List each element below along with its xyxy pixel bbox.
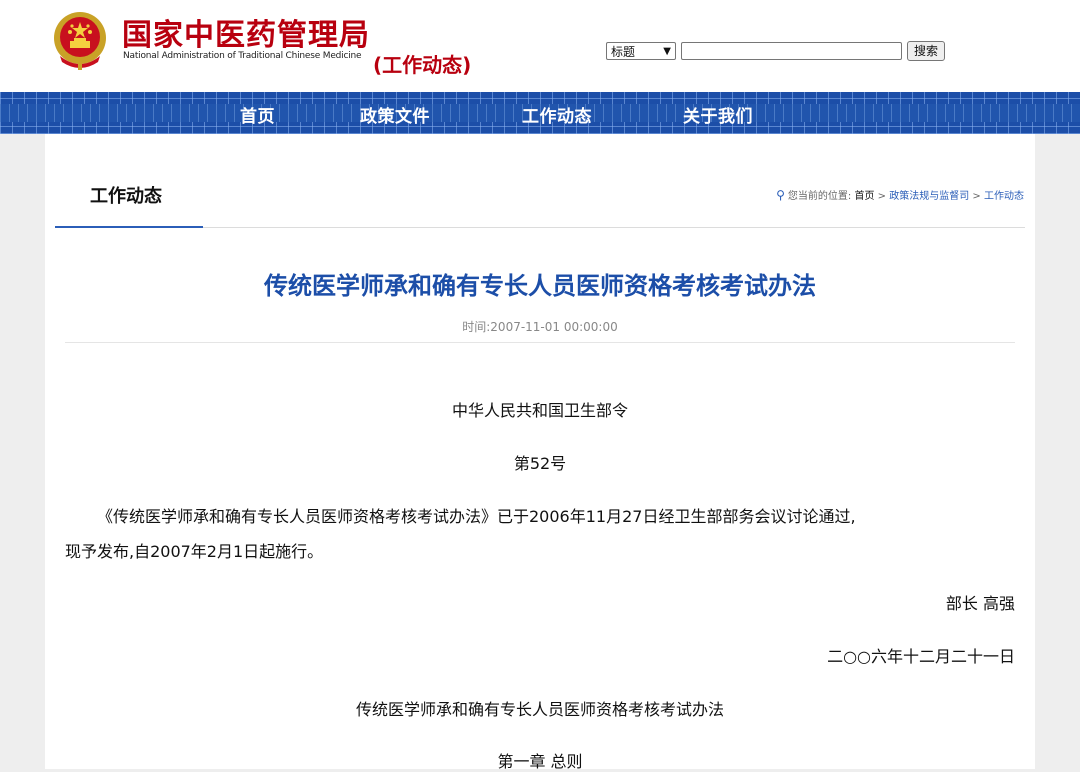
article-time: 时间:2007-11-01 00:00:00 xyxy=(462,320,618,334)
article-body-line-2: 现予发布,自2007年2月1日起施行。 xyxy=(65,542,324,561)
search-select-value: 标题 xyxy=(611,45,636,59)
column-title: 工作动态 xyxy=(90,186,162,207)
article-issuer: 中华人民共和国卫生部令 xyxy=(451,401,628,420)
site-logo-subtitle: National Administration of Traditional C… xyxy=(123,51,362,61)
search-input[interactable] xyxy=(681,42,902,60)
article-signature: 部长 高强 xyxy=(945,594,1015,613)
nav-item-work-news[interactable]: 工作动态 xyxy=(522,102,592,127)
breadcrumb-level2[interactable]: 工作动态 xyxy=(984,191,1024,202)
column-title-underline xyxy=(55,226,203,228)
nav-item-policy[interactable]: 政策文件 xyxy=(360,102,430,127)
breadcrumb: ⚲ 您当前的位置: 首页 > 政策法规与监督司 > 工作动态 xyxy=(776,187,1024,202)
article-body-line-1: 《传统医学师承和确有专长人员医师资格考核考试办法》已于2006年11月27日经卫… xyxy=(97,507,856,526)
article-order-number: 第52号 xyxy=(513,454,567,473)
breadcrumb-home[interactable]: 首页 xyxy=(854,191,874,202)
nav-item-about[interactable]: 关于我们 xyxy=(683,102,753,127)
search-button[interactable]: 搜索 xyxy=(907,41,945,61)
search-field-select[interactable]: 标题 ▼ xyxy=(606,42,676,60)
chapter-heading: 第一章 总则 xyxy=(497,752,583,771)
location-pin-icon: ⚲ xyxy=(776,188,785,202)
national-emblem-icon xyxy=(54,12,106,70)
article-title: 传统医学师承和确有专长人员医师资格考核考试办法 xyxy=(264,271,816,300)
breadcrumb-prefix: 您当前的位置: xyxy=(787,191,852,202)
site-header: 国家中医药管理局 National Administration of Trad… xyxy=(0,0,1080,92)
chevron-down-icon: ▼ xyxy=(663,46,671,57)
breadcrumb-level1[interactable]: 政策法规与监督司 xyxy=(889,191,969,202)
nav-item-home[interactable]: 首页 xyxy=(240,102,275,127)
section-tag: (工作动态) xyxy=(373,53,472,77)
article-date: 二○○六年十二月二十一日 xyxy=(827,647,1015,666)
breadcrumb-separator: > xyxy=(877,191,887,202)
article-meta-divider xyxy=(65,342,1015,343)
column-divider xyxy=(203,227,1025,228)
breadcrumb-separator: > xyxy=(972,191,981,202)
document-title: 传统医学师承和确有专长人员医师资格考核考试办法 xyxy=(355,700,724,719)
site-logo-title[interactable]: 国家中医药管理局 xyxy=(122,10,370,54)
